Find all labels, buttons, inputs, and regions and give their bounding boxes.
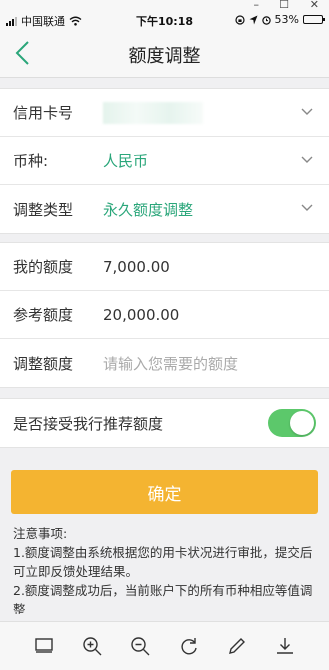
signal-icon <box>6 16 17 26</box>
maximize-button[interactable]: ☐ <box>279 0 289 11</box>
notes-item: 2.额度调整成功后，当前账户下的所有币种相应等值调整 <box>13 583 313 614</box>
battery-icon <box>303 15 325 24</box>
download-icon[interactable] <box>274 635 296 657</box>
adjust-type-row[interactable]: 调整类型 永久额度调整 <box>0 185 329 233</box>
adjust-amount-label: 调整额度 <box>13 354 74 373</box>
recommend-toggle[interactable] <box>268 409 316 437</box>
confirm-button[interactable]: 确定 <box>11 470 318 514</box>
edit-icon[interactable] <box>226 635 248 657</box>
recommend-group: 是否接受我行推荐额度 <box>0 398 329 448</box>
toggle-knob <box>290 411 314 435</box>
status-bar: 中国联通 下午10:18 53% <box>0 11 329 28</box>
lock-rotation-icon <box>234 14 245 25</box>
rotate-icon[interactable] <box>178 635 200 657</box>
bottom-toolbar <box>0 621 329 670</box>
currency-label: 币种: <box>13 152 49 170</box>
screen-icon[interactable] <box>33 635 55 657</box>
minimize-button[interactable]: – <box>254 0 260 11</box>
battery-percent: 53% <box>274 13 299 26</box>
notes-title: 注意事项: <box>13 526 68 541</box>
recommend-label: 是否接受我行推荐额度 <box>13 414 164 433</box>
form-group-1: 信用卡号 币种: 人民币 调整类型 永久额度调整 <box>0 88 329 234</box>
ref-limit-row: 参考额度 20,000.00 <box>0 291 329 339</box>
notes-section: 注意事项: 1.额度调整由系统根据您的用卡状况进行审批，提交后可立即反馈处理结果… <box>0 514 329 614</box>
page-title: 额度调整 <box>128 46 201 67</box>
chevron-down-icon[interactable] <box>301 108 313 116</box>
form-group-2: 我的额度 7,000.00 参考额度 20,000.00 调整额度 请输入您需要… <box>0 242 329 388</box>
currency-value: 人民币 <box>103 152 149 170</box>
notes-item: 1.额度调整由系统根据您的用卡状况进行审批，提交后可立即反馈处理结果。 <box>13 545 313 579</box>
location-icon <box>249 15 258 24</box>
ref-limit-label: 参考额度 <box>13 306 74 324</box>
chevron-down-icon[interactable] <box>301 204 313 212</box>
recommend-row: 是否接受我行推荐额度 <box>0 399 329 447</box>
my-limit-label: 我的额度 <box>13 258 74 276</box>
my-limit-value: 7,000.00 <box>103 257 170 276</box>
card-number-label: 信用卡号 <box>13 104 74 122</box>
adjust-type-label: 调整类型 <box>13 200 74 219</box>
adjust-type-value: 永久额度调整 <box>103 200 194 219</box>
adjust-amount-row[interactable]: 调整额度 请输入您需要的额度 <box>0 339 329 387</box>
chevron-down-icon[interactable] <box>301 156 313 164</box>
close-button[interactable]: ✕ <box>310 0 319 11</box>
card-number-value-redacted <box>103 101 203 124</box>
status-time: 下午10:18 <box>135 15 194 28</box>
ref-limit-value: 20,000.00 <box>103 305 180 324</box>
zoom-in-icon[interactable] <box>81 635 103 657</box>
adjust-amount-input[interactable]: 请输入您需要的额度 <box>103 353 238 374</box>
window-bar: – ☐ ✕ <box>0 0 329 11</box>
zoom-out-icon[interactable] <box>129 635 151 657</box>
wifi-icon <box>69 16 82 26</box>
alarm-icon <box>261 15 271 25</box>
my-limit-row: 我的额度 7,000.00 <box>0 243 329 291</box>
currency-row[interactable]: 币种: 人民币 <box>0 137 329 185</box>
carrier-name: 中国联通 <box>21 15 65 28</box>
nav-bar: 额度调整 <box>0 28 329 78</box>
card-number-row[interactable]: 信用卡号 <box>0 89 329 137</box>
